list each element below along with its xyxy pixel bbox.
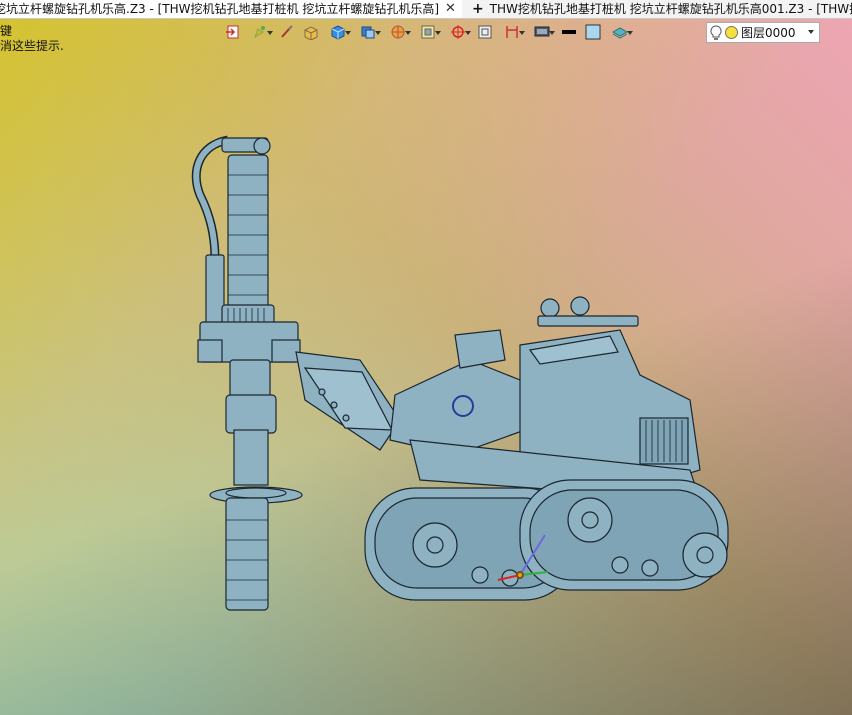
- box-solid-icon[interactable]: [300, 22, 322, 42]
- idler-hub: [696, 546, 714, 564]
- tab-document-1[interactable]: 挖坑立杆螺旋钻孔机乐高.Z3 - [THW挖机钻孔地基打桩机 挖坑立杆螺旋钻孔机…: [0, 0, 462, 18]
- view-cube-icon[interactable]: [354, 22, 382, 42]
- mast-clamp-left: [197, 339, 223, 363]
- tab-label: 挖坑立杆螺旋钻孔机乐高.Z3 - [THW挖机钻孔地基打桩机 挖坑立杆螺旋钻孔机…: [0, 2, 440, 16]
- auger-rod: [225, 497, 269, 611]
- layer-name: 图层0000: [741, 26, 796, 40]
- frame-icon[interactable]: [414, 22, 442, 42]
- grid-icon[interactable]: [474, 22, 496, 42]
- drilling-rig-model[interactable]: [0, 0, 852, 715]
- work-light-2: [570, 296, 590, 316]
- drive-sprocket-right-hub: [581, 511, 599, 529]
- light-bar: [537, 315, 639, 327]
- fill-color-icon[interactable]: [582, 22, 604, 42]
- prompt-line-1: 键: [0, 24, 13, 38]
- close-icon[interactable]: ✕: [445, 0, 456, 18]
- dimension-icon[interactable]: [498, 22, 526, 42]
- drill-shaft: [233, 429, 269, 486]
- display-icon[interactable]: [528, 22, 556, 42]
- boom-cylinder-mount: [454, 329, 506, 369]
- mast-clamp-right: [271, 339, 301, 363]
- line-color-icon[interactable]: [558, 22, 580, 42]
- boom-pivot: [452, 395, 474, 417]
- roller-3: [611, 556, 629, 574]
- tab-document-2[interactable]: + THW挖机钻孔地基打桩机 挖坑立杆螺旋钻孔机乐高001.Z3 - [THW挖…: [462, 0, 852, 18]
- layer-stack-icon[interactable]: [606, 22, 634, 42]
- drill-collar: [225, 394, 277, 434]
- hydraulic-hose-inner: [193, 137, 229, 261]
- hose-fitting: [205, 254, 225, 326]
- document-tab-bar: 挖坑立杆螺旋钻孔机乐高.Z3 - [THW挖机钻孔地基打桩机 挖坑立杆螺旋钻孔机…: [0, 0, 852, 19]
- chevron-down-icon[interactable]: [808, 30, 814, 34]
- command-prompt: 键 消这些提示.: [0, 24, 64, 54]
- snap-icon[interactable]: [444, 22, 472, 42]
- mast-pulley: [253, 137, 271, 155]
- prompt-line-2: 消这些提示.: [0, 39, 64, 53]
- layer-select[interactable]: 图层0000: [706, 22, 820, 43]
- layer-color-swatch: [725, 26, 738, 39]
- view-toolbar: [222, 21, 634, 43]
- pen-tool-icon[interactable]: [246, 22, 274, 42]
- lightbulb-icon[interactable]: [710, 24, 722, 41]
- auger-flange-inner: [225, 487, 287, 499]
- roller-1: [471, 566, 489, 584]
- tab-label: THW挖机钻孔地基打桩机 挖坑立杆螺旋钻孔机乐高001.Z3 - [THW挖机: [489, 2, 852, 16]
- import-icon[interactable]: [222, 22, 244, 42]
- new-tab-icon[interactable]: +: [472, 0, 484, 18]
- roller-4: [641, 559, 659, 577]
- drill-motor: [227, 154, 269, 311]
- work-light-1: [540, 298, 560, 318]
- render-sphere-icon[interactable]: [384, 22, 412, 42]
- drive-sprocket-left-hub: [426, 536, 444, 554]
- brush-icon[interactable]: [276, 22, 298, 42]
- cube-icon[interactable]: [324, 22, 352, 42]
